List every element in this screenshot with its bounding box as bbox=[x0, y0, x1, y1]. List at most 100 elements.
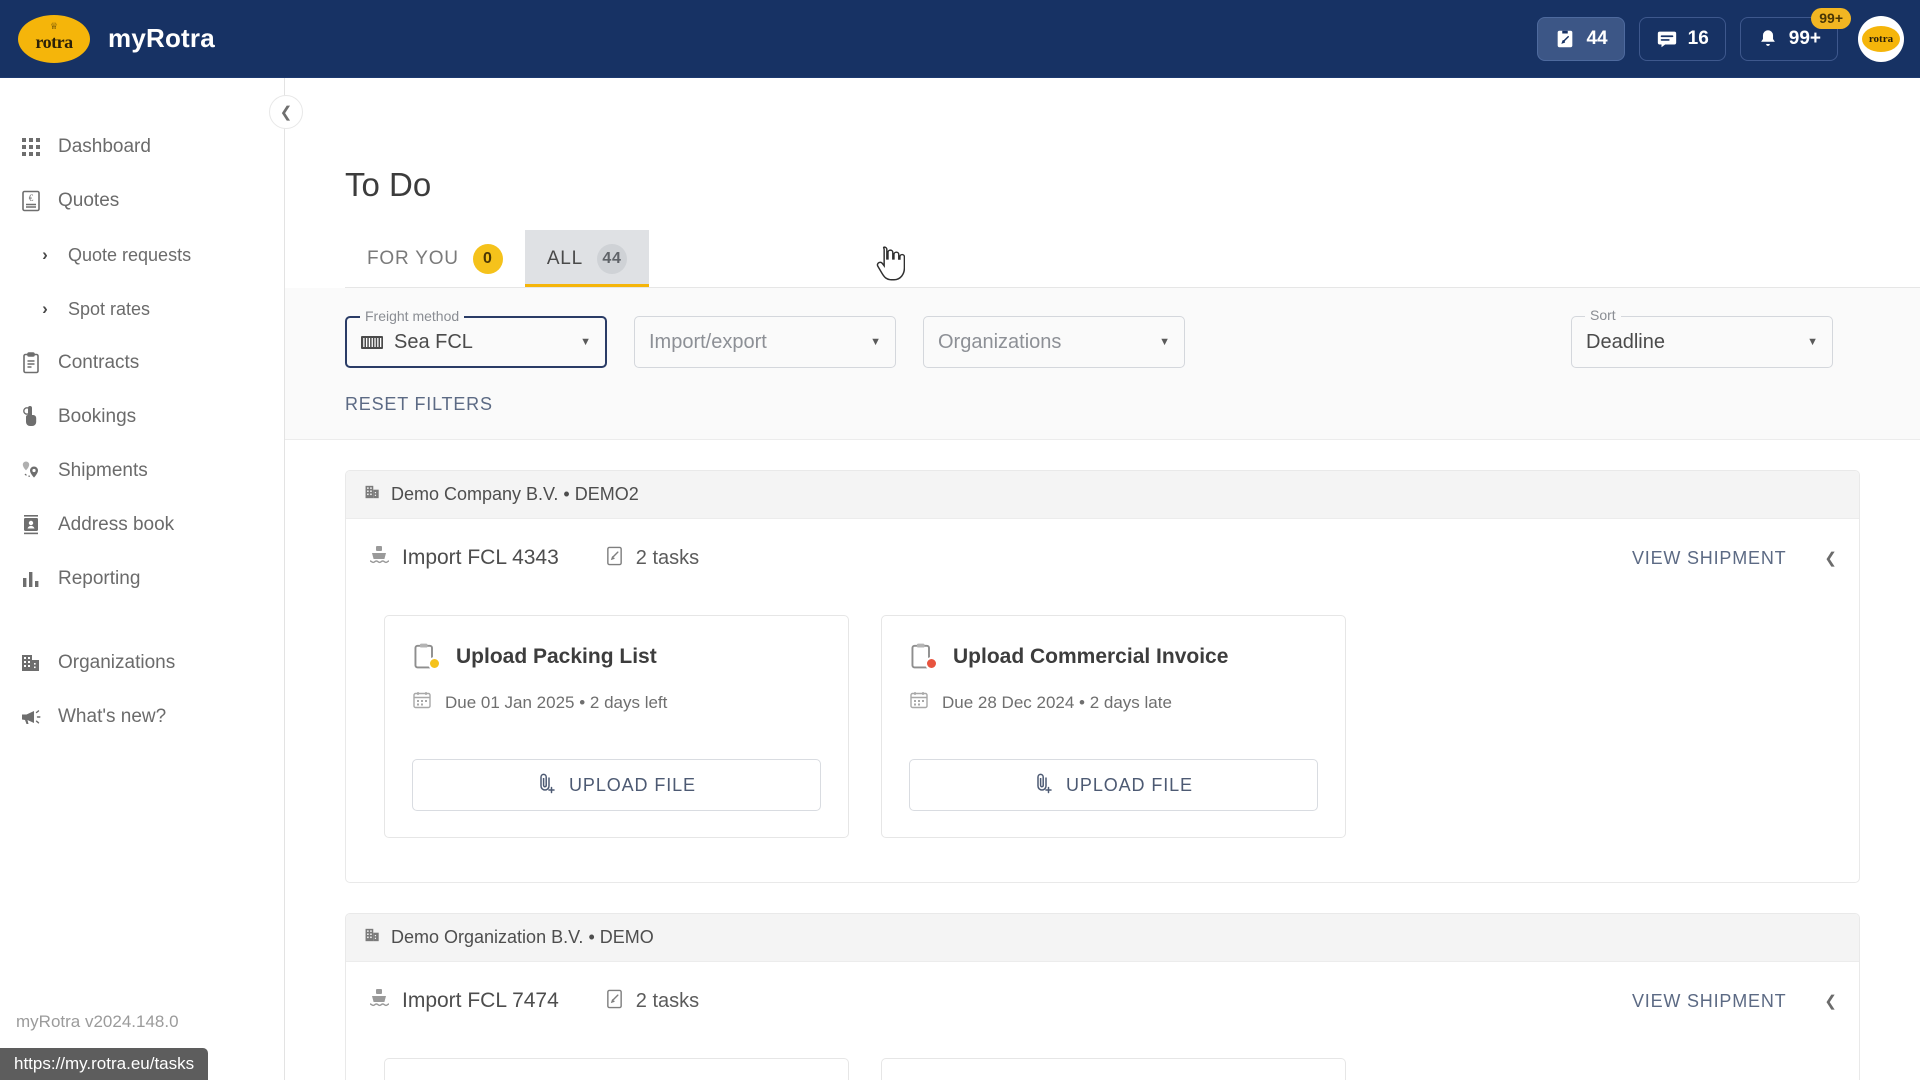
chevron-down-icon[interactable]: ▼ bbox=[844, 336, 881, 348]
bar-chart-icon bbox=[14, 569, 48, 589]
avatar[interactable]: rotra bbox=[1858, 15, 1904, 62]
sidebar-item-shipments[interactable]: Shipments bbox=[0, 444, 284, 498]
chevron-down-icon[interactable]: ▼ bbox=[554, 336, 591, 348]
sidebar-item-label: Organizations bbox=[58, 652, 176, 673]
sidebar-item-label: What's new? bbox=[58, 706, 167, 727]
task-card: Upload Commercial Invoice bbox=[881, 615, 1346, 838]
sidebar-item-quotes[interactable]: € Quotes bbox=[0, 174, 284, 228]
sidebar-item-dashboard[interactable]: Dashboard bbox=[0, 120, 284, 174]
chevron-down-icon[interactable]: ▼ bbox=[1781, 336, 1818, 348]
sidebar-item-label: Spot rates bbox=[68, 298, 151, 319]
clipboard-icon bbox=[412, 642, 441, 672]
address-book-icon bbox=[14, 514, 48, 536]
task-due-text: Due 28 Dec 2024 • 2 days late bbox=[942, 692, 1172, 712]
upload-file-button[interactable]: UPLOAD FILE bbox=[412, 759, 821, 811]
chevron-up-icon[interactable]: ❮ bbox=[1824, 992, 1837, 1010]
sidebar-item-label: Contracts bbox=[58, 352, 140, 373]
task-card-title: Upload Packing List bbox=[412, 642, 821, 672]
sidebar-item-reporting[interactable]: Reporting bbox=[0, 552, 284, 606]
sidebar-item-quote-requests[interactable]: › Quote requests bbox=[0, 228, 284, 282]
megaphone-icon bbox=[14, 707, 48, 727]
tab-badge-count: 44 bbox=[597, 244, 628, 274]
attachment-plus-icon bbox=[1034, 772, 1054, 799]
organizations-placeholder: Organizations bbox=[938, 330, 1062, 353]
chevron-down-icon[interactable]: ▼ bbox=[1133, 336, 1170, 348]
chevron-up-icon[interactable]: ❮ bbox=[1824, 549, 1837, 567]
task-title-text: Upload Packing List bbox=[456, 645, 657, 668]
reset-filters-button[interactable]: RESET FILTERS bbox=[345, 394, 1920, 415]
view-shipment-button[interactable]: VIEW SHIPMENT bbox=[1632, 548, 1786, 569]
shipment-title[interactable]: Import FCL 7474 bbox=[368, 987, 559, 1015]
sidebar-item-label: Reporting bbox=[58, 568, 141, 589]
tasks-button[interactable]: 44 bbox=[1537, 16, 1625, 61]
sidebar-item-label: Quote requests bbox=[68, 244, 192, 265]
avatar-logo-text: rotra bbox=[1862, 25, 1900, 52]
shipment-name: Import FCL 4343 bbox=[402, 546, 559, 569]
group-header: Demo Company B.V. • DEMO2 bbox=[346, 471, 1859, 519]
organizations-select[interactable]: Organizations ▼ bbox=[923, 316, 1185, 368]
task-due-row: Due 28 Dec 2024 • 2 days late bbox=[909, 690, 1318, 715]
sidebar-item-bookings[interactable]: Bookings bbox=[0, 390, 284, 444]
svg-text:€: € bbox=[29, 193, 34, 203]
task-card-title: Upload Commercial Invoice bbox=[909, 642, 1318, 672]
sidebar-item-label: Shipments bbox=[58, 460, 148, 481]
sidebar-item-address-book[interactable]: Address book bbox=[0, 498, 284, 552]
app-title: myRotra bbox=[108, 23, 215, 53]
clipboard-task-icon bbox=[1554, 28, 1576, 50]
task-card: Upload Packing List Due 0 bbox=[384, 1058, 849, 1080]
shipment-name: Import FCL 7474 bbox=[402, 989, 559, 1012]
messages-button[interactable]: 16 bbox=[1638, 16, 1726, 61]
browser-status-bar: https://my.rotra.eu/tasks bbox=[0, 1048, 209, 1080]
sort-label: Sort bbox=[1585, 307, 1621, 323]
sidebar-nav: Dashboard € Quotes › Quote requests › Sp… bbox=[0, 78, 284, 744]
sidebar-item-contracts[interactable]: Contracts bbox=[0, 336, 284, 390]
task-cards: Upload Packing List Due 0 bbox=[346, 1040, 1859, 1080]
freight-method-value: Sea FCL bbox=[394, 330, 473, 353]
app-version: myRotra v2024.148.0 bbox=[16, 1012, 179, 1031]
chat-icon bbox=[1656, 28, 1678, 50]
rotra-logo-icon: ♕ rotra bbox=[18, 14, 90, 63]
chevron-right-icon: › bbox=[42, 299, 48, 318]
topbar-actions: 44 16 99+ 99+ rotra bbox=[1537, 7, 1904, 62]
sidebar-item-whats-new[interactable]: What's new? bbox=[0, 690, 284, 744]
sort-value: Deadline bbox=[1586, 330, 1665, 353]
quote-document-icon: € bbox=[14, 190, 48, 212]
view-shipment-button[interactable]: VIEW SHIPMENT bbox=[1632, 991, 1786, 1012]
building-icon bbox=[14, 653, 48, 673]
brand-logo[interactable]: ♕ rotra myRotra bbox=[18, 14, 215, 63]
page-title: To Do bbox=[345, 166, 432, 203]
container-icon bbox=[361, 334, 383, 351]
mouse-cursor-pointer bbox=[876, 246, 905, 281]
chevron-right-icon: › bbox=[42, 245, 48, 264]
upload-file-label: UPLOAD FILE bbox=[1066, 774, 1193, 795]
sort-select[interactable]: Sort Deadline ▼ bbox=[1571, 307, 1833, 368]
todo-groups-list: Demo Company B.V. • DEMO2 Import FCL 434… bbox=[285, 470, 1920, 1080]
notifications-button[interactable]: 99+ 99+ bbox=[1739, 7, 1851, 61]
logo-wordmark: rotra bbox=[35, 31, 73, 52]
task-card: Upload Packing List Due 01 Jan 2025 • 2 … bbox=[384, 615, 849, 838]
sidebar-collapse-button[interactable]: ❮ bbox=[269, 95, 303, 129]
clipboard-task-icon bbox=[605, 988, 624, 1015]
upload-file-button[interactable]: UPLOAD FILE bbox=[909, 759, 1318, 811]
task-title-text: Upload Commercial Invoice bbox=[953, 645, 1229, 668]
sidebar-item-spot-rates[interactable]: › Spot rates bbox=[0, 282, 284, 336]
sidebar-item-organizations[interactable]: Organizations bbox=[0, 636, 284, 690]
crown-icon: ♕ bbox=[49, 20, 59, 31]
task-card: Upload Commercial Invoice bbox=[881, 1058, 1346, 1080]
task-cards: Upload Packing List Due 01 Jan 2025 • 2 … bbox=[346, 597, 1859, 882]
status-bar-url: https://my.rotra.eu/tasks bbox=[14, 1054, 195, 1073]
tab-all[interactable]: ALL 44 bbox=[524, 230, 650, 288]
import-export-select[interactable]: Import/export ▼ bbox=[634, 316, 896, 368]
tab-label: FOR YOU bbox=[367, 248, 459, 269]
grid-icon bbox=[14, 137, 48, 157]
upload-file-label: UPLOAD FILE bbox=[569, 774, 696, 795]
freight-method-label: Freight method bbox=[360, 308, 465, 324]
clipboard-icon bbox=[909, 642, 938, 672]
import-export-placeholder: Import/export bbox=[649, 330, 767, 353]
tab-for-you[interactable]: FOR YOU 0 bbox=[345, 230, 525, 288]
freight-method-select[interactable]: Freight method Sea FCL ▼ bbox=[345, 308, 607, 368]
filter-bar: Freight method Sea FCL ▼ Import/export ▼… bbox=[285, 288, 1920, 440]
task-due-row: Due 01 Jan 2025 • 2 days left bbox=[412, 690, 821, 715]
contract-clipboard-icon bbox=[14, 352, 48, 374]
shipment-title[interactable]: Import FCL 4343 bbox=[368, 544, 559, 572]
